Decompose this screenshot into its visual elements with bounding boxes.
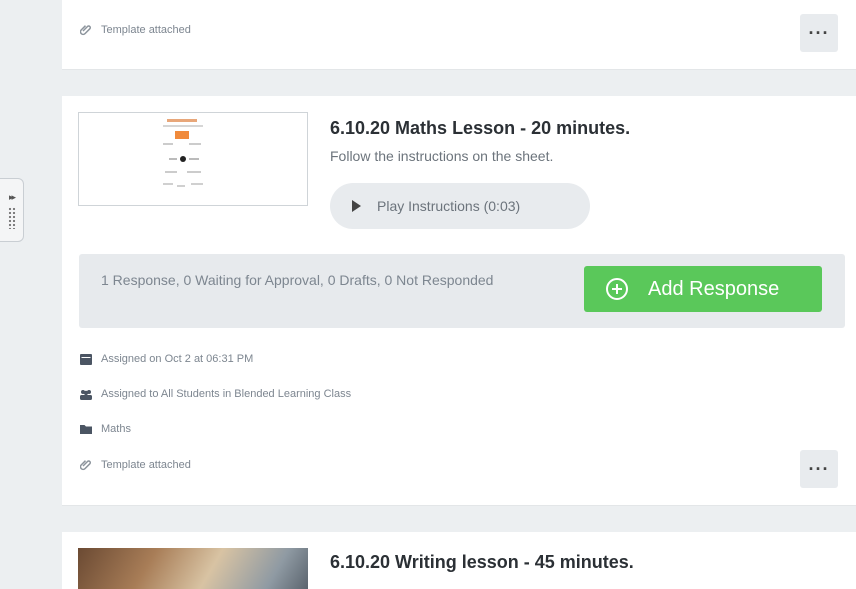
folder-label[interactable]: Maths [101, 423, 131, 435]
template-attached-row: Template attached [80, 459, 191, 471]
response-summary-text[interactable]: 1 Response, 0 Waiting for Approval, 0 Dr… [101, 270, 551, 291]
paperclip-icon [80, 460, 91, 471]
folder-row: Maths [80, 423, 131, 435]
group-icon [80, 390, 92, 400]
add-response-label: Add Response [648, 277, 780, 300]
play-instructions-label: Play Instructions (0:03) [377, 198, 521, 214]
more-icon: ··· [808, 22, 830, 43]
next-assignment-title[interactable]: 6.10.20 Writing lesson - 45 minutes. [330, 552, 634, 573]
worksheet-preview-image [163, 119, 203, 187]
assigned-to-label: Assigned to All Students in Blended Lear… [101, 388, 352, 400]
worksheet-thumbnail[interactable] [78, 112, 308, 206]
play-icon [352, 200, 361, 212]
template-attached-label: Template attached [101, 459, 191, 471]
more-icon: ··· [808, 458, 830, 479]
add-response-button[interactable]: Add Response [584, 266, 822, 312]
response-summary-bar: 1 Response, 0 Waiting for Approval, 0 Dr… [79, 254, 845, 328]
assigned-to-row: Assigned to All Students in Blended Lear… [80, 388, 351, 400]
assignment-title[interactable]: 6.10.20 Maths Lesson - 20 minutes. [330, 118, 630, 139]
video-thumbnail[interactable] [78, 548, 308, 589]
template-attached-label: Template attached [101, 24, 191, 36]
play-instructions-button[interactable]: Play Instructions (0:03) [330, 183, 590, 229]
paperclip-icon [80, 25, 91, 36]
calendar-icon [80, 354, 92, 365]
assigned-on-row: Assigned on Oct 2 at 06:31 PM [80, 353, 253, 365]
assignment-description: Follow the instructions on the sheet. [330, 148, 554, 164]
assigned-on-label: Assigned on Oct 2 at 06:31 PM [101, 353, 254, 365]
more-options-button[interactable]: ··· [800, 450, 838, 488]
previous-assignment-card: Template attached ··· [62, 0, 856, 70]
plus-circle-icon [606, 278, 628, 300]
next-assignment-card: 6.10.20 Writing lesson - 45 minutes. [62, 532, 856, 589]
folder-icon [80, 425, 92, 434]
grip-icon [7, 206, 16, 229]
template-attached-row: Template attached [80, 24, 191, 36]
assignment-card: 6.10.20 Maths Lesson - 20 minutes. Follo… [62, 96, 856, 506]
more-options-button[interactable]: ··· [800, 14, 838, 52]
expand-arrows-icon: ▸▸ [8, 191, 16, 202]
sidebar-toggle-handle[interactable]: ▸▸ [0, 178, 24, 242]
